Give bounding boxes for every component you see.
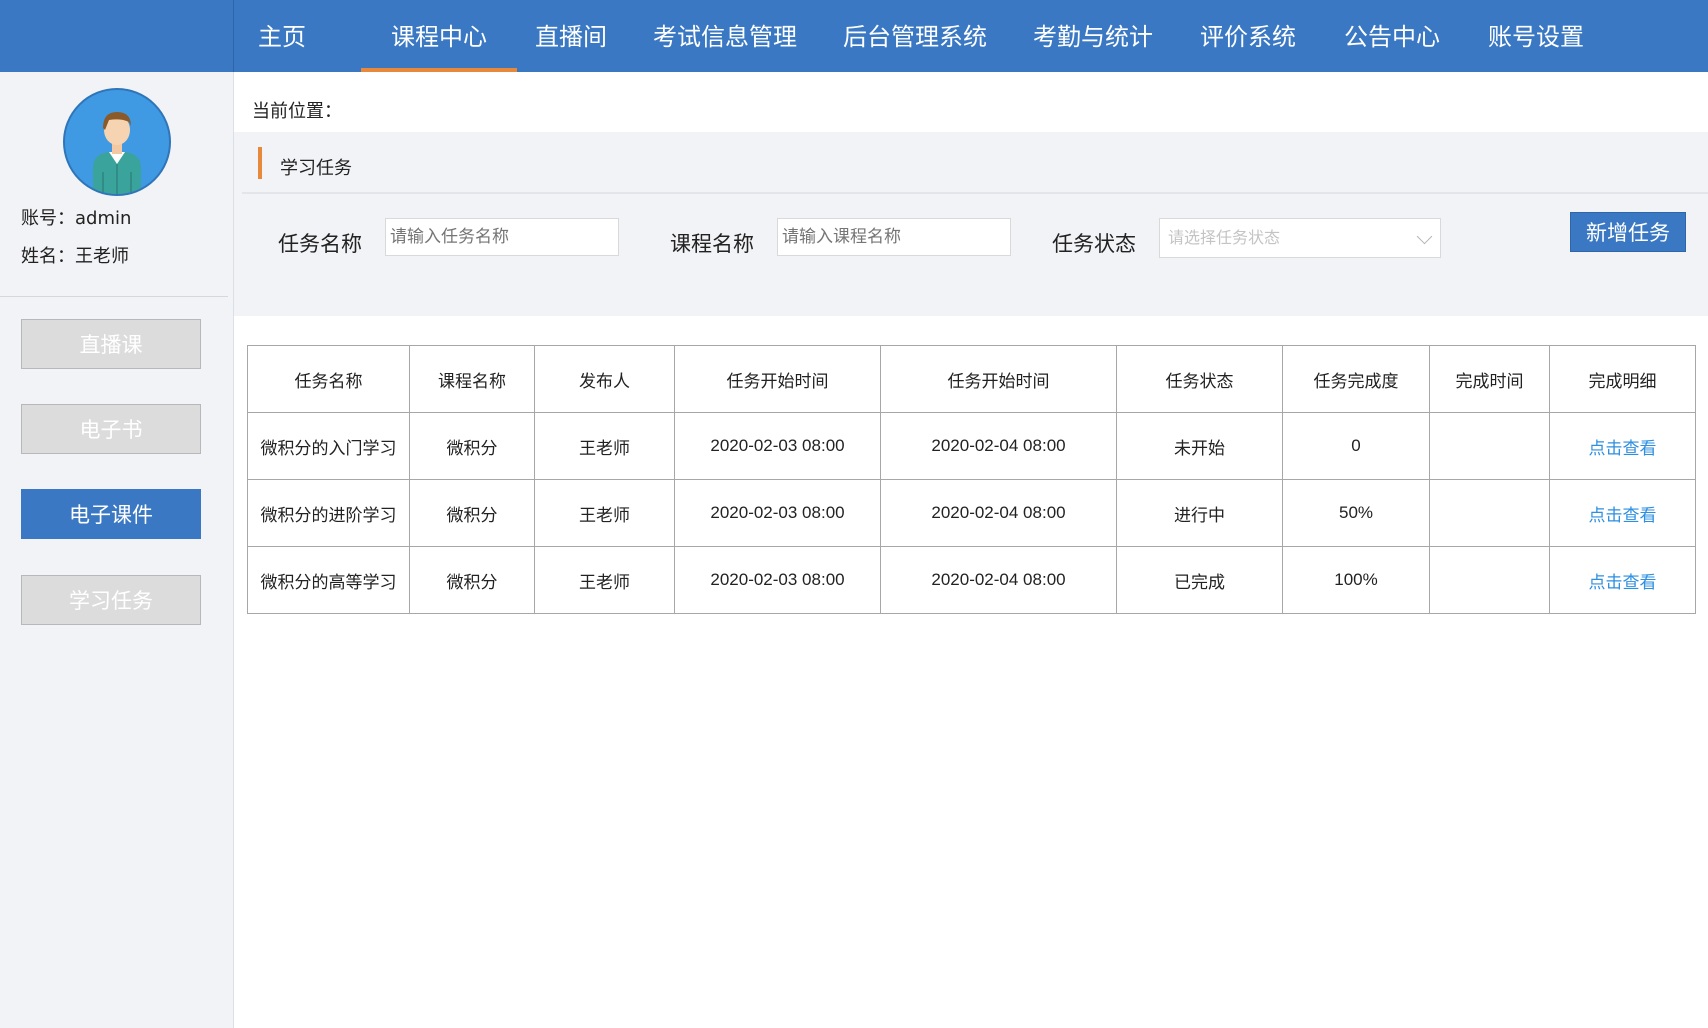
account-value: admin — [75, 208, 132, 229]
header-course-name: 课程名称 — [409, 345, 535, 413]
course-name-input[interactable] — [777, 218, 1011, 256]
cell-start-time: 2020-02-03 08:00 — [674, 546, 881, 614]
cell-publisher: 王老师 — [534, 412, 675, 480]
sidebar: 账号：admin 姓名：王老师 直播课 电子书 电子课件 学习任务 — [0, 72, 234, 1028]
cell-start-time: 2020-02-03 08:00 — [674, 479, 881, 547]
user-avatar-icon — [63, 88, 171, 196]
cell-publisher: 王老师 — [534, 546, 675, 614]
name-value: 王老师 — [75, 246, 129, 267]
nav-item-account-settings[interactable]: 账号设置 — [1484, 0, 1588, 72]
header-progress: 任务完成度 — [1282, 345, 1430, 413]
task-status-select[interactable]: 请选择任务状态 — [1159, 218, 1441, 258]
panel-title: 学习任务 — [280, 158, 352, 179]
chevron-down-icon — [1416, 228, 1433, 245]
breadcrumb: 当前位置： — [252, 101, 342, 122]
view-detail-link[interactable]: 点击查看 — [1549, 479, 1696, 547]
nav-item-live-room[interactable]: 直播间 — [530, 0, 612, 72]
cell-course-name: 微积分 — [409, 412, 535, 480]
table-row: 微积分的进阶学习 微积分 王老师 2020-02-03 08:00 2020-0… — [247, 479, 1696, 547]
e-courseware-button[interactable]: 电子课件 — [21, 489, 201, 539]
account-label: 账号： — [21, 208, 75, 229]
nav-item-attendance[interactable]: 考勤与统计 — [1030, 0, 1156, 72]
cell-status: 未开始 — [1116, 412, 1283, 480]
cell-start-time-2: 2020-02-04 08:00 — [880, 412, 1117, 480]
avatar-person-icon — [93, 112, 141, 194]
cell-course-name: 微积分 — [409, 479, 535, 547]
task-table: 任务名称 课程名称 发布人 任务开始时间 任务开始时间 任务状态 任务完成度 完… — [247, 345, 1696, 614]
header-start-time: 任务开始时间 — [674, 345, 881, 413]
filter-panel: 学习任务 任务名称 课程名称 任务状态 请选择任务状态 新增任务 — [234, 132, 1708, 316]
ebook-button[interactable]: 电子书 — [21, 404, 201, 454]
nav-item-course-center[interactable]: 课程中心 — [361, 0, 517, 72]
view-detail-link[interactable]: 点击查看 — [1549, 546, 1696, 614]
cell-start-time-2: 2020-02-04 08:00 — [880, 546, 1117, 614]
cell-course-name: 微积分 — [409, 546, 535, 614]
task-name-input[interactable] — [385, 218, 619, 256]
cell-status: 进行中 — [1116, 479, 1283, 547]
cell-task-name: 微积分的入门学习 — [247, 412, 410, 480]
sidebar-divider — [0, 296, 228, 297]
cell-done-time — [1429, 479, 1550, 547]
header-start-time-2: 任务开始时间 — [880, 345, 1117, 413]
panel-title-accent-bar — [258, 147, 262, 179]
task-status-label: 任务状态 — [1052, 232, 1136, 256]
cell-progress: 0 — [1282, 412, 1430, 480]
cell-progress: 100% — [1282, 546, 1430, 614]
nav-item-admin-system[interactable]: 后台管理系统 — [840, 0, 990, 72]
table-header-row: 任务名称 课程名称 发布人 任务开始时间 任务开始时间 任务状态 任务完成度 完… — [247, 345, 1696, 413]
brand-area — [0, 0, 234, 72]
nav-item-home[interactable]: 主页 — [245, 0, 319, 72]
account-info: 账号：admin — [21, 204, 131, 230]
cell-status: 已完成 — [1116, 546, 1283, 614]
cell-start-time: 2020-02-03 08:00 — [674, 412, 881, 480]
nav-item-announcements[interactable]: 公告中心 — [1340, 0, 1444, 72]
learning-task-button[interactable]: 学习任务 — [21, 575, 201, 625]
add-task-button[interactable]: 新增任务 — [1570, 212, 1686, 252]
course-name-label: 课程名称 — [670, 232, 754, 256]
cell-done-time — [1429, 546, 1550, 614]
task-status-placeholder: 请选择任务状态 — [1168, 228, 1281, 247]
top-nav-bar: 主页 课程中心 直播间 考试信息管理 后台管理系统 考勤与统计 评价系统 公告中… — [0, 0, 1708, 72]
live-course-button[interactable]: 直播课 — [21, 319, 201, 369]
cell-task-name: 微积分的进阶学习 — [247, 479, 410, 547]
cell-done-time — [1429, 412, 1550, 480]
header-publisher: 发布人 — [534, 345, 675, 413]
header-detail: 完成明细 — [1549, 345, 1696, 413]
nav-item-evaluation[interactable]: 评价系统 — [1196, 0, 1300, 72]
header-status: 任务状态 — [1116, 345, 1283, 413]
cell-task-name: 微积分的高等学习 — [247, 546, 410, 614]
table-row: 微积分的入门学习 微积分 王老师 2020-02-03 08:00 2020-0… — [247, 412, 1696, 480]
cell-progress: 50% — [1282, 479, 1430, 547]
cell-publisher: 王老师 — [534, 479, 675, 547]
header-done-time: 完成时间 — [1429, 345, 1550, 413]
name-info: 姓名：王老师 — [21, 242, 129, 268]
cell-start-time-2: 2020-02-04 08:00 — [880, 479, 1117, 547]
name-label: 姓名： — [21, 246, 75, 267]
table-row: 微积分的高等学习 微积分 王老师 2020-02-03 08:00 2020-0… — [247, 546, 1696, 614]
header-task-name: 任务名称 — [247, 345, 410, 413]
task-name-label: 任务名称 — [278, 232, 362, 256]
view-detail-link[interactable]: 点击查看 — [1549, 412, 1696, 480]
panel-header: 学习任务 — [242, 132, 1708, 194]
nav-item-exam-management[interactable]: 考试信息管理 — [650, 0, 800, 72]
